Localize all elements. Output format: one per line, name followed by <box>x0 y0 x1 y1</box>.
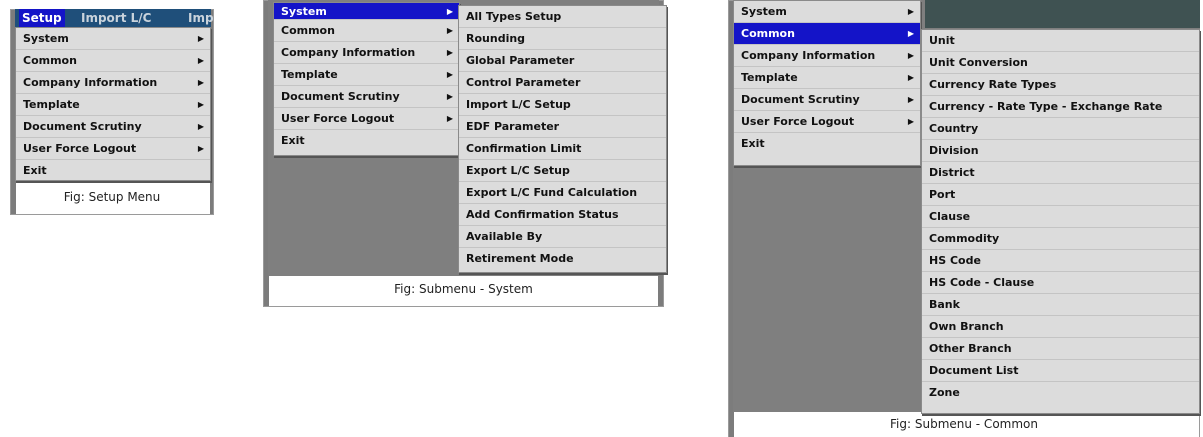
menu-item-system[interactable]: System ▶ <box>16 28 210 50</box>
system-submenu: All Types Setup Rounding Global Paramete… <box>458 5 667 273</box>
submenu-item-control-parameter[interactable]: Control Parameter <box>459 72 666 94</box>
submenu-item-currency-rate-type-exchange-rate[interactable]: Currency - Rate Type - Exchange Rate <box>922 96 1199 118</box>
arrow-right-icon: ▶ <box>446 70 453 79</box>
submenu-item-unit[interactable]: Unit <box>922 30 1199 52</box>
main-dropdown: System ▶ Common ▶ Company Information ▶ Tem… <box>273 2 460 156</box>
title-strip <box>925 0 1200 28</box>
menu-item-user-force-logout[interactable]: User Force Logout ▶ <box>16 138 210 160</box>
arrow-right-icon: ▶ <box>907 73 914 82</box>
menu-item-document-scrutiny[interactable]: Document Scrutiny ▶ <box>734 89 920 111</box>
arrow-right-icon: ▶ <box>197 144 204 153</box>
arrow-right-icon: ▶ <box>446 92 453 101</box>
menu-item-company-information[interactable]: Company Information ▶ <box>16 72 210 94</box>
arrow-right-icon: ▶ <box>446 114 453 123</box>
submenu-item-available-by[interactable]: Available By <box>459 226 666 248</box>
submenu-item-own-branch[interactable]: Own Branch <box>922 316 1199 338</box>
menu-item-user-force-logout[interactable]: User Force Logout ▶ <box>734 111 920 133</box>
submenu-item-import-lc-setup[interactable]: Import L/C Setup <box>459 94 666 116</box>
arrow-right-icon: ▶ <box>197 78 204 87</box>
menu-item-common[interactable]: Common ▶ <box>274 20 459 42</box>
menu-item-document-scrutiny[interactable]: Document Scrutiny ▶ <box>16 116 210 138</box>
figure-caption: Fig: Setup Menu <box>63 190 161 204</box>
menu-item-template[interactable]: Template ▶ <box>16 94 210 116</box>
menu-item-common[interactable]: Common ▶ <box>16 50 210 72</box>
submenu-item-confirmation-limit[interactable]: Confirmation Limit <box>459 138 666 160</box>
submenu-item-export-lc-fund-calculation[interactable]: Export L/C Fund Calculation <box>459 182 666 204</box>
arrow-right-icon: ▶ <box>907 95 914 104</box>
menu-bar: Setup Import L/C Imp <box>15 9 214 27</box>
figure-caption: Fig: Submenu - Common <box>890 417 1038 431</box>
submenu-item-commodity[interactable]: Commodity <box>922 228 1199 250</box>
arrow-right-icon: ▶ <box>907 117 914 126</box>
submenu-item-unit-conversion[interactable]: Unit Conversion <box>922 52 1199 74</box>
arrow-right-icon: ▶ <box>197 122 204 131</box>
submenu-item-global-parameter[interactable]: Global Parameter <box>459 50 666 72</box>
submenu-item-rounding[interactable]: Rounding <box>459 28 666 50</box>
submenu-item-all-types-setup[interactable]: All Types Setup <box>459 6 666 28</box>
submenu-item-edf-parameter[interactable]: EDF Parameter <box>459 116 666 138</box>
arrow-right-icon: ▶ <box>446 26 453 35</box>
menu-import-lc[interactable]: Import L/C <box>81 9 151 27</box>
arrow-right-icon: ▶ <box>907 7 914 16</box>
menu-item-system[interactable]: System ▶ <box>274 3 459 20</box>
figure-caption: Fig: Submenu - System <box>394 282 533 296</box>
submenu-item-document-list[interactable]: Document List <box>922 360 1199 382</box>
submenu-item-currency-rate-types[interactable]: Currency Rate Types <box>922 74 1199 96</box>
submenu-item-district[interactable]: District <box>922 162 1199 184</box>
submenu-item-hs-code-clause[interactable]: HS Code - Clause <box>922 272 1199 294</box>
submenu-item-port[interactable]: Port <box>922 184 1199 206</box>
arrow-right-icon: ▶ <box>907 29 914 38</box>
setup-dropdown: System ▶ Common ▶ Company Information ▶ Tem… <box>15 27 211 181</box>
menu-item-exit[interactable]: Exit <box>734 133 920 155</box>
arrow-right-icon: ▶ <box>197 100 204 109</box>
main-dropdown: System ▶ Common ▶ Company Information ▶ Tem… <box>733 0 921 166</box>
menu-item-company-information[interactable]: Company Information ▶ <box>734 45 920 67</box>
menu-item-template[interactable]: Template ▶ <box>274 64 459 86</box>
menu-item-system[interactable]: System ▶ <box>734 1 920 23</box>
submenu-item-hs-code[interactable]: HS Code <box>922 250 1199 272</box>
menu-item-common[interactable]: Common ▶ <box>734 23 920 45</box>
menu-item-user-force-logout[interactable]: User Force Logout ▶ <box>274 108 459 130</box>
menu-item-company-information[interactable]: Company Information ▶ <box>274 42 459 64</box>
submenu-item-bank[interactable]: Bank <box>922 294 1199 316</box>
menu-item-exit[interactable]: Exit <box>274 130 459 152</box>
menu-imp[interactable]: Imp <box>188 9 214 27</box>
submenu-item-clause[interactable]: Clause <box>922 206 1199 228</box>
menu-item-document-scrutiny[interactable]: Document Scrutiny ▶ <box>274 86 459 108</box>
arrow-right-icon: ▶ <box>446 7 453 16</box>
menu-item-template[interactable]: Template ▶ <box>734 67 920 89</box>
menu-setup[interactable]: Setup <box>19 9 65 27</box>
submenu-item-zone[interactable]: Zone <box>922 382 1199 404</box>
submenu-item-add-confirmation-status[interactable]: Add Confirmation Status <box>459 204 666 226</box>
arrow-right-icon: ▶ <box>197 34 204 43</box>
submenu-item-other-branch[interactable]: Other Branch <box>922 338 1199 360</box>
menu-item-exit[interactable]: Exit <box>16 160 210 182</box>
submenu-item-division[interactable]: Division <box>922 140 1199 162</box>
submenu-item-export-lc-setup[interactable]: Export L/C Setup <box>459 160 666 182</box>
arrow-right-icon: ▶ <box>197 56 204 65</box>
submenu-item-retirement-mode[interactable]: Retirement Mode <box>459 248 666 270</box>
common-submenu: Unit Unit Conversion Currency Rate Types… <box>921 29 1200 414</box>
arrow-right-icon: ▶ <box>907 51 914 60</box>
submenu-item-country[interactable]: Country <box>922 118 1199 140</box>
arrow-right-icon: ▶ <box>446 48 453 57</box>
